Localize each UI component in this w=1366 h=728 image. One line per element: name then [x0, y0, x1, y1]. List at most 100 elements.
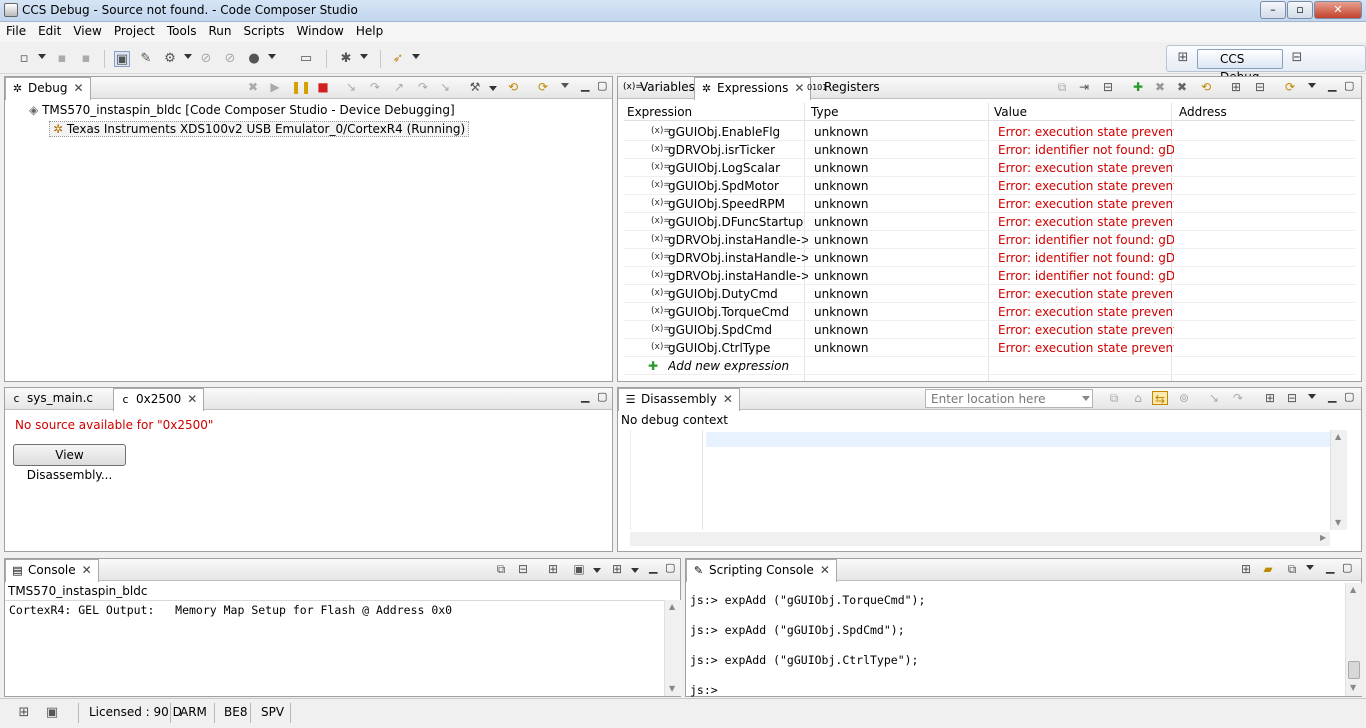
tab-expressions[interactable]: ✲ Expressions ✕: [694, 77, 812, 100]
home-icon[interactable]: ⌂: [1130, 391, 1146, 405]
new-dropdown-icon[interactable]: [38, 54, 46, 59]
table-row[interactable]: (x)= gGUIObj.SpdMotor unknown Error: execut…: [624, 177, 1355, 195]
perspective-ccs-debug-button[interactable]: CCS Debug: [1197, 49, 1283, 84]
table-row[interactable]: (x)= gGUIObj.SpeedRPM unknown Error: execut…: [624, 195, 1355, 213]
disassembly-hscrollbar[interactable]: ▶: [630, 532, 1330, 546]
fast-view-icon[interactable]: ⊞: [16, 705, 32, 721]
resume-icon[interactable]: ▶: [267, 80, 283, 94]
maximize-button[interactable]: ▫: [1287, 1, 1313, 19]
load-program-icon[interactable]: ⚙: [162, 51, 178, 67]
console-output[interactable]: CortexR4: GEL Output: Memory Map Setup f…: [5, 600, 664, 696]
restart-icon[interactable]: ⟲: [505, 80, 521, 94]
tab-sys-main[interactable]: c sys_main.c: [5, 388, 99, 410]
tab-variables[interactable]: (x)= Variables: [618, 77, 701, 99]
maximize-panel-icon[interactable]: ▢: [1344, 79, 1354, 92]
menu-run[interactable]: Run: [202, 22, 237, 40]
save-icon[interactable]: ▪: [54, 51, 70, 67]
table-row[interactable]: (x)= gGUIObj.EnableFlg unknown Error: execu…: [624, 123, 1355, 141]
link-icon[interactable]: ⇆: [1152, 391, 1168, 406]
table-row[interactable]: (x)= gGUIObj.TorqueCmd unknown Error: execu…: [624, 303, 1355, 321]
minimize-panel-icon[interactable]: ▁: [1326, 561, 1334, 574]
menu-window[interactable]: Window: [291, 22, 350, 40]
close-tab-icon[interactable]: ✕: [73, 81, 83, 95]
new-view-icon[interactable]: ⊞: [1228, 80, 1244, 94]
tab-0x2500[interactable]: c 0x2500 ✕: [113, 388, 205, 411]
new-script-icon[interactable]: ⊞: [1238, 562, 1254, 576]
scrollbar-thumb[interactable]: [1348, 661, 1360, 679]
new-view-icon[interactable]: ⊞: [1262, 391, 1278, 405]
clear-console-icon[interactable]: ⧉: [493, 562, 509, 576]
console-scrollbar[interactable]: ▲ ▼: [664, 600, 681, 696]
open-console-icon[interactable]: ⊞: [609, 562, 625, 576]
menu-view[interactable]: View: [67, 22, 107, 40]
menu-file[interactable]: File: [0, 22, 32, 40]
collapse-icon[interactable]: ⇥: [1076, 80, 1092, 94]
breakpoint-icon[interactable]: ⊘: [198, 51, 214, 67]
suspend-icon[interactable]: ❚❚: [291, 80, 311, 94]
minimize-button[interactable]: –: [1260, 1, 1286, 19]
tab-registers[interactable]: 0101 Registers: [802, 77, 886, 99]
remove-launch-icon[interactable]: ✖: [245, 80, 261, 94]
asm-step-into-icon[interactable]: ↘: [437, 80, 453, 94]
sync-icon[interactable]: ⟳: [1282, 80, 1298, 94]
scroll-lock-icon[interactable]: ⊟: [515, 562, 531, 576]
tree-item-target[interactable]: ✲ Texas Instruments XDS100v2 USB Emulato…: [49, 121, 470, 137]
reset-icon[interactable]: ⚒: [467, 80, 483, 94]
debug-view-icon[interactable]: ▣: [114, 51, 130, 67]
remove-all-icon[interactable]: ✖: [1174, 80, 1190, 94]
flash-icon[interactable]: ➶: [390, 51, 406, 67]
maximize-panel-icon[interactable]: ▢: [1344, 390, 1354, 403]
disassembly-area[interactable]: [630, 430, 1331, 530]
terminal-icon[interactable]: ▭: [298, 51, 314, 67]
refresh-icon[interactable]: ⟳: [535, 80, 551, 94]
close-tab-icon[interactable]: ✕: [82, 563, 92, 577]
column-value[interactable]: Value: [994, 105, 1027, 119]
maximize-panel-icon[interactable]: ▢: [597, 79, 607, 92]
maximize-panel-icon[interactable]: ▢: [597, 390, 607, 403]
step-over-icon[interactable]: ↷: [367, 80, 383, 94]
copy-icon[interactable]: ⧉: [1054, 80, 1070, 94]
pin-icon[interactable]: ⊟: [1252, 80, 1268, 94]
tree-item-session[interactable]: ◈ TMS570_instaspin_bldc [Code Composer S…: [29, 103, 455, 117]
tab-scripting-console[interactable]: ✎ Scripting Console ✕: [686, 559, 837, 582]
pin-icon[interactable]: ⊟: [1284, 391, 1300, 405]
pin-console-icon[interactable]: ⊞: [545, 562, 561, 576]
location-dropdown-icon[interactable]: [1082, 396, 1090, 401]
location-input[interactable]: Enter location here: [925, 389, 1093, 408]
step-return-icon[interactable]: ↗: [391, 80, 407, 94]
table-row[interactable]: (x)=gDRVObj.instaHandle->vbunknownError:…: [624, 249, 1355, 267]
column-type[interactable]: Type: [811, 105, 839, 119]
table-row[interactable]: (x)= gGUIObj.DFuncStartup unknown Error: ex…: [624, 213, 1355, 231]
menu-project[interactable]: Project: [108, 22, 161, 40]
perspective-edit-icon[interactable]: ⊟: [1289, 50, 1305, 66]
maximize-panel-icon[interactable]: ▢: [665, 561, 675, 574]
save-all-icon[interactable]: ▪: [78, 51, 94, 67]
table-row[interactable]: (x)= gGUIObj.CtrlType unknown Error: execut…: [624, 339, 1355, 357]
scripting-scrollbar[interactable]: ▲ ▼: [1345, 583, 1362, 696]
minimize-panel-icon[interactable]: ▁: [1328, 79, 1336, 92]
remove-expression-icon[interactable]: ✖: [1152, 80, 1168, 94]
step-into-icon[interactable]: ↘: [343, 80, 359, 94]
menu-edit[interactable]: Edit: [32, 22, 67, 40]
connect-icon[interactable]: ✎: [138, 51, 154, 67]
minimize-panel-icon[interactable]: ▁: [581, 390, 589, 403]
terminate-icon[interactable]: ■: [315, 80, 331, 94]
refresh-expr-icon[interactable]: ⟲: [1198, 80, 1214, 94]
column-address[interactable]: Address: [1179, 105, 1227, 119]
heap-icon[interactable]: ▣: [44, 705, 60, 721]
table-row[interactable]: (x)= gGUIObj.SpdCmd unknown Error: executio…: [624, 321, 1355, 339]
tab-disassembly[interactable]: ☰ Disassembly ✕: [618, 388, 740, 411]
new-file-icon[interactable]: ▫: [16, 51, 32, 67]
asm-step-icon[interactable]: ↷: [415, 80, 431, 94]
build-icon[interactable]: ✱: [338, 51, 354, 67]
view-disassembly-button[interactable]: View Disassembly...: [13, 444, 126, 482]
filter-icon[interactable]: ⊚: [1176, 391, 1192, 405]
menu-tools[interactable]: Tools: [161, 22, 203, 40]
tab-debug[interactable]: ✲ Debug ✕: [5, 77, 91, 100]
open-script-icon[interactable]: ▰: [1260, 562, 1276, 576]
minimize-panel-icon[interactable]: ▁: [649, 561, 657, 574]
step-icon[interactable]: ↘: [1206, 391, 1222, 405]
table-row[interactable]: (x)= gGUIObj.DutyCmd unknown Error: executi…: [624, 285, 1355, 303]
disassembly-scrollbar[interactable]: ▲ ▼: [1330, 430, 1347, 530]
debug-run-icon[interactable]: ●: [246, 51, 262, 67]
